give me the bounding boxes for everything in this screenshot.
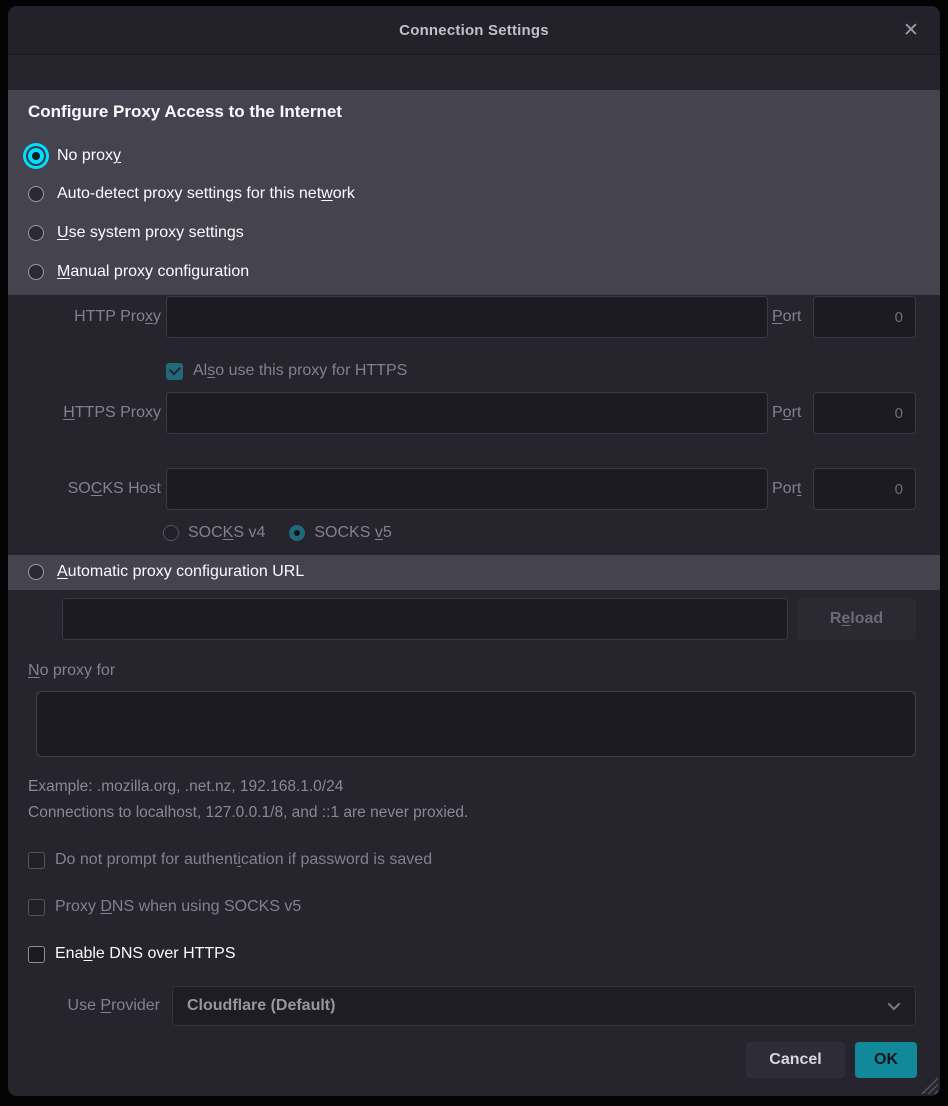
- checkbox-unchecked-icon[interactable]: [28, 946, 45, 963]
- localhost-note-text: Connections to localhost, 127.0.0.1/8, a…: [28, 804, 468, 822]
- radio-option-manual-proxy[interactable]: Manual proxy configuration: [28, 260, 249, 284]
- radio-option-system-proxy[interactable]: Use system proxy settings: [28, 221, 244, 245]
- doh-provider-selected-value: Cloudflare (Default): [187, 997, 335, 1015]
- https-port-input[interactable]: [813, 392, 916, 434]
- radio-unselected-icon[interactable]: [28, 564, 44, 580]
- doh-provider-select[interactable]: Cloudflare (Default): [172, 986, 916, 1026]
- https-proxy-label: HTTPS Proxy: [28, 404, 161, 422]
- checkbox-unchecked-icon[interactable]: [28, 899, 45, 916]
- http-port-label: Port: [772, 308, 808, 326]
- close-icon[interactable]: ✕: [898, 18, 924, 44]
- page-title: Connection Settings: [8, 6, 940, 55]
- panel-heading: Configure Proxy Access to the Internet: [28, 102, 342, 122]
- https-port-label: Port: [772, 404, 808, 422]
- checkbox-label: Enable DNS over HTTPS: [55, 945, 236, 963]
- checkbox-row-enable-doh[interactable]: Enable DNS over HTTPS: [28, 945, 236, 963]
- radio-option-socks-v4[interactable]: SOCKS v4: [163, 524, 265, 542]
- http-proxy-label: HTTP Proxy: [28, 308, 161, 326]
- radio-unselected-icon[interactable]: [28, 264, 44, 280]
- use-provider-label: Use Provider: [28, 997, 160, 1015]
- socks-version-group: SOCKS v4 SOCKS v5: [163, 524, 392, 542]
- radio-option-socks-v5[interactable]: SOCKS v5: [289, 524, 391, 542]
- radio-label: No proxy: [57, 147, 121, 165]
- checkbox-label: Do not prompt for authentication if pass…: [55, 851, 432, 869]
- auto-config-band: Automatic proxy configuration URL: [8, 555, 940, 590]
- socks-v4-label: SOCKS v4: [188, 524, 265, 542]
- radio-option-auto-detect[interactable]: Auto-detect proxy settings for this netw…: [28, 182, 355, 206]
- checkbox-row-no-auth-prompt[interactable]: Do not prompt for authentication if pass…: [28, 851, 432, 869]
- radio-label: Manual proxy configuration: [57, 263, 249, 281]
- radio-selected-icon[interactable]: [28, 148, 44, 164]
- radio-option-auto-config-url[interactable]: Automatic proxy configuration URL: [28, 560, 304, 584]
- socks-port-label: Port: [772, 480, 808, 498]
- http-proxy-input[interactable]: [166, 296, 768, 338]
- resize-grip[interactable]: [921, 1077, 938, 1094]
- connection-settings-dialog: Connection Settings ✕ Configure Proxy Ac…: [8, 6, 940, 1096]
- checkbox-checked-icon[interactable]: [166, 363, 183, 380]
- cancel-button[interactable]: Cancel: [746, 1042, 845, 1078]
- radio-unselected-icon[interactable]: [28, 225, 44, 241]
- socks-v5-label: SOCKS v5: [314, 524, 391, 542]
- chevron-down-icon: [888, 998, 901, 1011]
- also-https-checkbox-row[interactable]: Also use this proxy for HTTPS: [166, 362, 407, 380]
- proxy-mode-panel: Configure Proxy Access to the Internet N…: [8, 90, 940, 295]
- radio-unselected-icon[interactable]: [163, 525, 179, 541]
- radio-option-no-proxy[interactable]: No proxy: [28, 144, 121, 168]
- radio-label: Auto-detect proxy settings for this netw…: [57, 185, 355, 203]
- also-https-label: Also use this proxy for HTTPS: [193, 362, 407, 380]
- no-proxy-for-label: No proxy for: [28, 662, 115, 680]
- radio-unselected-icon[interactable]: [28, 186, 44, 202]
- socks-host-label: SOCKS Host: [28, 480, 161, 498]
- checkbox-label: Proxy DNS when using SOCKS v5: [55, 898, 301, 916]
- http-port-input[interactable]: [813, 296, 916, 338]
- ok-button[interactable]: OK: [855, 1042, 917, 1078]
- reload-button[interactable]: Reload: [797, 598, 916, 640]
- no-proxy-for-textarea[interactable]: [36, 691, 916, 757]
- auto-config-label: Automatic proxy configuration URL: [57, 563, 304, 581]
- no-proxy-example-text: Example: .mozilla.org, .net.nz, 192.168.…: [28, 778, 343, 796]
- auto-config-url-input[interactable]: [62, 598, 788, 640]
- socks-port-input[interactable]: [813, 468, 916, 510]
- https-proxy-input[interactable]: [166, 392, 768, 434]
- socks-host-input[interactable]: [166, 468, 768, 510]
- radio-label: Use system proxy settings: [57, 224, 244, 242]
- radio-selected-icon[interactable]: [289, 525, 305, 541]
- titlebar: Connection Settings ✕: [8, 6, 940, 55]
- checkbox-unchecked-icon[interactable]: [28, 852, 45, 869]
- checkbox-row-proxy-dns[interactable]: Proxy DNS when using SOCKS v5: [28, 898, 301, 916]
